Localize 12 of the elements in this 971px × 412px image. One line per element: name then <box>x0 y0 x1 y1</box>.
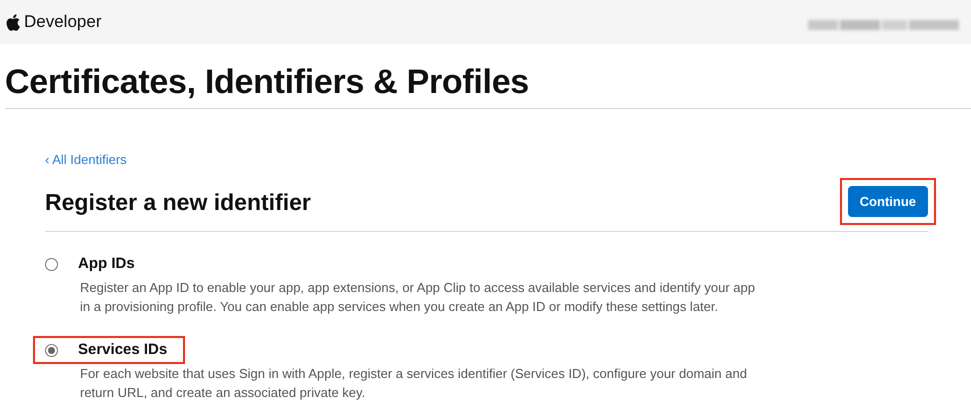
brand-name[interactable]: Developer <box>24 9 102 35</box>
continue-button[interactable]: Continue <box>848 186 928 217</box>
radio-button[interactable] <box>45 344 58 356</box>
section-title: Register a new identifier <box>45 188 311 216</box>
option-description: For each website that uses Sign in with Apple, register a services identifier (Services ID), configure your domain and return URL, and create an associated private key. <box>80 365 748 402</box>
apple-logo-icon <box>6 14 20 30</box>
option-label: Services IDs <box>78 340 168 360</box>
page-title: Certificates, Identifiers & Profiles <box>5 62 530 102</box>
option-label: App IDs <box>78 254 135 274</box>
option-description: Register an App ID to enable your app, app extensions, or App Clip to access available services and identify your app in a provisioning profile. You can enable app services when you create an App ID or modify these settings later. <box>80 279 756 316</box>
back-link[interactable]: ‹ All Identifiers <box>45 152 928 168</box>
radio-button[interactable] <box>45 258 58 270</box>
